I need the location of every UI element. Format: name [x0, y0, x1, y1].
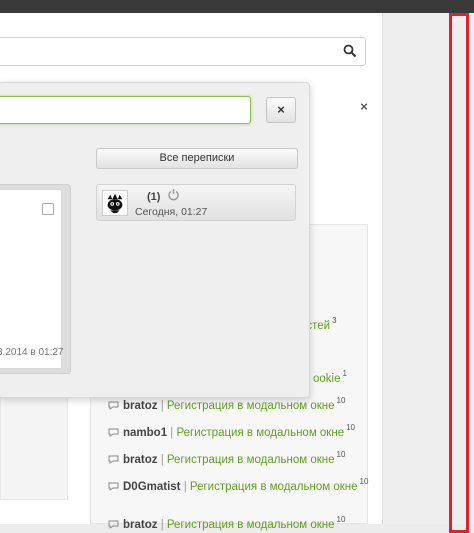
background-close-icon[interactable]: × [358, 100, 370, 114]
comment-item: bratoz | Регистрация в модальном окне 10 [108, 448, 345, 467]
comment-topic-partial[interactable]: ookie 1 [313, 367, 347, 386]
top-bar [0, 0, 474, 13]
power-status-icon [168, 189, 179, 201]
comment-count: 10 [336, 450, 346, 459]
comment-count: 10 [346, 423, 355, 432]
comment-item: D0Gmatist | Регистрация в модальном окне… [108, 475, 368, 494]
comment-count: 10 [336, 396, 346, 405]
comment-bubble-icon [108, 455, 119, 464]
comment-bubble-icon [108, 401, 119, 410]
comment-bubble-icon [108, 482, 119, 491]
comment-topic-link[interactable]: Регистрация в модальном окне [167, 454, 335, 466]
comment-item: nambo1 | Регистрация в модальном окне 10 [108, 421, 355, 440]
comment-count: 10 [336, 515, 346, 524]
conversation-item[interactable]: (1) Сегодня, 01:27 [96, 184, 296, 221]
conversation-count: (1) [147, 191, 161, 203]
message-card-body: 8.2014 в 01:27 [0, 189, 64, 369]
conversation-time: Сегодня, 01:27 [135, 206, 208, 218]
comment-bubble-icon [108, 428, 119, 437]
message-date: 8.2014 в 01:27 [0, 347, 64, 358]
comment-topic-link[interactable]: Регистрация в модальном окне [167, 519, 335, 531]
comment-author[interactable]: bratoz [123, 454, 158, 466]
comment-bubble-icon [108, 520, 119, 529]
comment-author[interactable]: nambo1 [123, 427, 167, 439]
search-box [0, 37, 366, 67]
comment-item: bratoz | Регистрация в модальном окне 10 [108, 513, 345, 532]
all-conversations-button[interactable]: Все переписки [96, 148, 298, 169]
comment-topic-link[interactable]: Регистрация в модальном окне [167, 400, 335, 412]
message-card[interactable]: 8.2014 в 01:27 [0, 184, 71, 374]
comment-count: 10 [359, 477, 369, 486]
search-icon[interactable] [343, 44, 357, 58]
comment-author[interactable]: bratoz [123, 400, 158, 412]
comment-author[interactable]: bratoz [123, 519, 158, 531]
messages-modal: × Все переписки 8.2014 в 01:27 (1) Сегод… [0, 82, 310, 398]
avatar [102, 190, 128, 216]
highlight-frame [449, 13, 469, 533]
message-search-input[interactable] [0, 96, 251, 124]
modal-close-button[interactable]: × [266, 97, 296, 123]
message-checkbox[interactable] [42, 203, 54, 215]
comment-topic-link[interactable]: Регистрация в модальном окне [190, 481, 358, 493]
comment-author[interactable]: D0Gmatist [123, 481, 181, 493]
search-input[interactable] [0, 38, 337, 67]
comment-topic-link[interactable]: Регистрация в модальном окне [176, 427, 344, 439]
left-panel [0, 380, 68, 500]
